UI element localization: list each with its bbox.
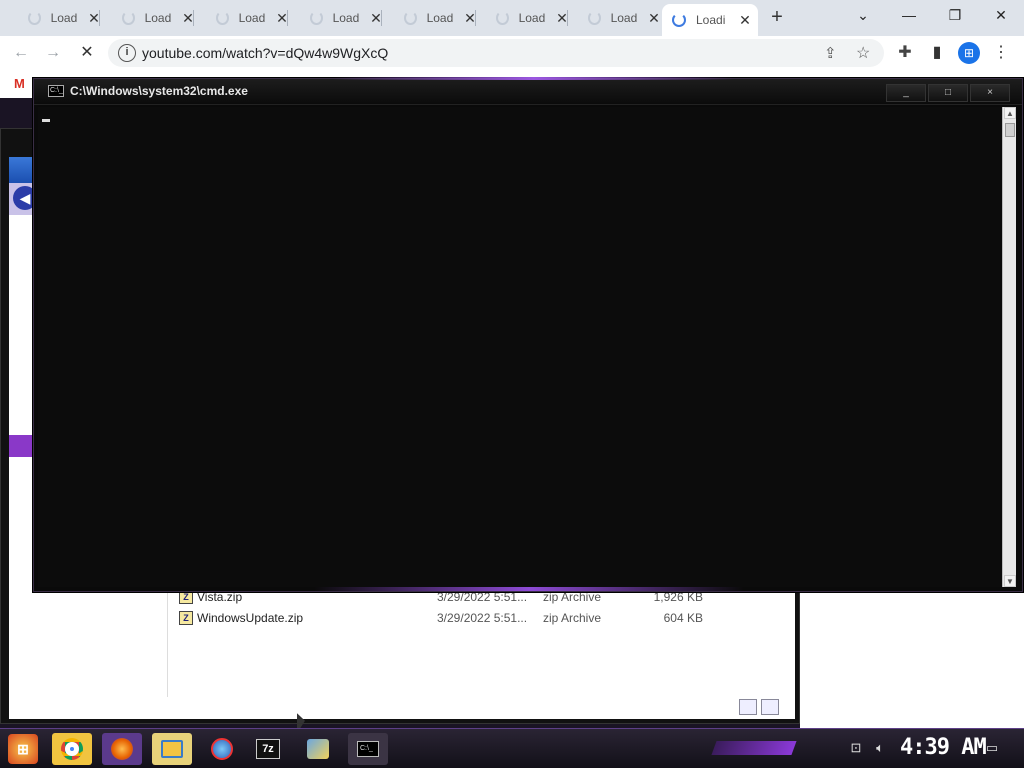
tab-close-icon[interactable]: ✕ [738,12,752,29]
gmail-icon[interactable]: M [14,76,25,91]
taskbar-cmd[interactable]: C:\_ [348,733,388,765]
text-cursor [42,119,50,122]
browser-tab[interactable]: Loadi ✕ [8,4,100,32]
back-arrow-icon[interactable]: ← [10,42,32,64]
file-size: 604 KB [663,611,703,625]
cmd-icon: C:\_ [357,741,379,757]
forward-arrow-icon[interactable]: → [42,42,64,64]
tab-search-button[interactable]: ⌄ [840,4,886,26]
taskbar: ⊞ 7z C:\_ ⊡ 🔈︎ 4:39 AM ▭ [0,728,1024,768]
taskbar-chrome[interactable] [52,733,92,765]
cmd-maximize-button[interactable]: □ [928,84,968,102]
paint-icon [211,738,233,760]
start-button[interactable]: ⊞ [8,734,38,764]
file-type: zip Archive [543,611,602,625]
browser-tab[interactable]: Loadi ✕ [568,4,660,32]
chrome-icon [61,738,83,760]
loading-spinner-icon [588,11,601,25]
tab-label: Loadi [696,13,726,27]
browser-tab[interactable]: Loadi ✕ [196,4,288,32]
file-size: 1,926 KB [653,590,703,604]
file-name: Vista.zip [197,590,243,604]
file-date: 3/29/2022 5:51... [437,590,528,604]
taskbar-file-explorer[interactable] [152,733,192,765]
cmd-vertical-scrollbar[interactable]: ▲ ▼ [1002,107,1016,587]
taskbar-clock[interactable]: 4:39 AM [900,735,987,760]
firefox-icon [111,738,133,760]
browser-tab[interactable]: Loadi ✕ [290,4,382,32]
taskbar-paint[interactable] [202,733,242,765]
file-type: zip Archive [543,590,602,604]
scroll-up-arrow-icon[interactable]: ▲ [1004,107,1016,119]
tab-close-icon[interactable]: ✕ [648,10,660,27]
window-close-button[interactable]: ✕ [978,4,1024,26]
loading-spinner-icon [496,11,509,25]
browser-tab-strip: Loadi ✕ Loadi ✕ Loadi ✕ Loadi ✕ Loadi ✕ … [0,0,1024,36]
scroll-down-arrow-icon[interactable]: ▼ [1004,575,1016,587]
loading-spinner-icon [672,13,686,27]
bookmark-star-icon[interactable]: ☆ [856,43,870,63]
taskbar-7zip[interactable]: 7z [248,733,288,765]
volume-icon[interactable]: 🔈︎ [872,741,888,755]
zip-file-icon: Z [179,590,193,604]
menu-kebab-icon[interactable]: ⋮ [990,42,1012,64]
address-bar[interactable]: i youtube.com/watch?v=dQw4w9WgXcQ ⇪ ☆ [108,39,884,67]
loading-spinner-icon [310,11,323,25]
file-name: WindowsUpdate.zip [197,611,304,625]
network-icon [307,739,329,759]
extensions-puzzle-icon[interactable]: ✚ [894,42,916,64]
tab-label: Loadi [610,11,638,25]
profile-avatar[interactable]: ⊞ [958,42,980,64]
cmd-close-button[interactable]: × [970,84,1010,102]
site-info-icon[interactable]: i [118,44,136,62]
tab-label: Loadi [144,11,172,25]
7zip-icon: 7z [256,739,280,759]
notification-icon[interactable]: ▭ [984,741,1000,755]
view-mode-buttons [739,699,779,715]
cmd-app-icon: C:\_ [48,85,64,97]
url-text[interactable]: youtube.com/watch?v=dQw4w9WgXcQ [142,45,388,61]
network-tray-icon[interactable]: ⊡ [848,741,864,755]
loading-spinner-icon [216,11,229,25]
details-view-icon[interactable] [739,699,757,715]
cmd-window-title: C:\Windows\system32\cmd.exe [70,84,248,98]
file-explorer-icon [161,740,183,758]
cmd-console-output[interactable] [38,107,1000,587]
window-minimize-button[interactable]: — [886,4,932,26]
preview-view-icon[interactable] [761,699,779,715]
zip-file-icon: Z [179,611,193,625]
new-tab-button[interactable]: + [763,5,791,31]
tab-label: Loadi [238,11,266,25]
taskbar-firefox[interactable] [102,733,142,765]
loading-spinner-icon [122,11,135,25]
tab-label: Loadi [518,11,546,25]
taskbar-network[interactable] [298,733,338,765]
tab-label: Loadi [332,11,360,25]
tab-label: Loadi [426,11,454,25]
share-icon[interactable]: ⇪ [824,44,837,62]
tab-label: Loadi [50,11,78,25]
loading-spinner-icon [404,11,417,25]
browser-tab[interactable]: Loadi ✕ [384,4,476,32]
browser-toolbar: ← → ✕ i youtube.com/watch?v=dQw4w9WgXcQ … [0,36,1024,70]
scroll-thumb[interactable] [1005,123,1015,137]
loading-spinner-icon [28,11,41,25]
cmd-title-bar[interactable]: C:\_ C:\Windows\system32\cmd.exe _ □ × [34,77,1022,105]
stop-loading-icon[interactable]: ✕ [76,42,98,64]
taskbar-decoration [711,741,797,755]
file-date: 3/29/2022 5:51... [437,611,528,625]
file-row[interactable]: Z WindowsUpdate.zip 3/29/2022 5:51... zi… [179,609,703,627]
side-panel-icon[interactable]: ▮ [926,42,948,64]
browser-tab[interactable]: Loadi ✕ [102,4,194,32]
browser-tab-active[interactable]: Loadi ✕ [662,4,758,36]
cmd-minimize-button[interactable]: _ [886,84,926,102]
window-restore-button[interactable]: ❐ [932,4,978,26]
cmd-window: C:\_ C:\Windows\system32\cmd.exe _ □ × ▲… [33,77,1023,592]
browser-tab[interactable]: Loadi ✕ [476,4,568,32]
